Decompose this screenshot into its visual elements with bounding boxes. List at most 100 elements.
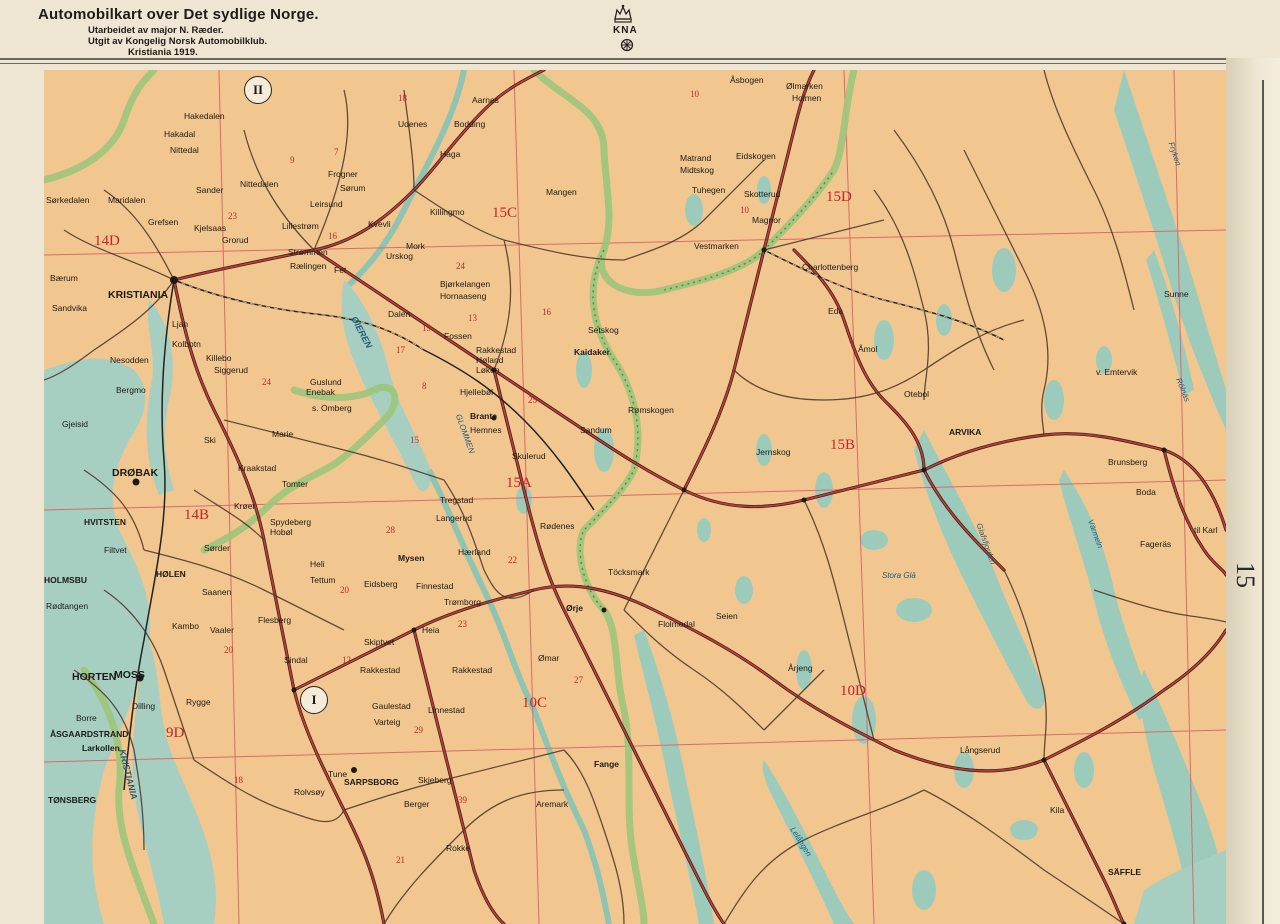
- place-label-marie: Marie: [272, 429, 294, 439]
- road-number: 27: [574, 675, 583, 685]
- road-number: 25: [528, 395, 537, 405]
- place-label-fet: Fet: [334, 265, 347, 275]
- place-label-setskog: Setskog: [588, 325, 619, 335]
- place-label-aremark: Aremark: [536, 799, 569, 809]
- place-label-skulerud: Skulerud: [512, 451, 546, 461]
- road-number: 10: [690, 89, 699, 99]
- road-number: 39: [458, 795, 467, 805]
- place-label-saanen: Saanen: [202, 587, 232, 597]
- sheet-label-15a: 15A: [506, 475, 532, 491]
- place-label-magnor: Magnor: [752, 215, 781, 225]
- place-label-moss: MOSS: [114, 669, 145, 681]
- place-label-hobol: Hobøl: [270, 527, 293, 537]
- place-label-fageras: Fageräs: [1140, 539, 1172, 549]
- map-area[interactable]: KRISTIANIA DRØBAK MOSS HORTEN ARVIKA Jer…: [44, 70, 1226, 924]
- place-label-linnestad: Linnestad: [428, 705, 465, 715]
- place-label-ski: Ski: [204, 435, 216, 445]
- place-label-maridalen: Maridalen: [108, 195, 146, 205]
- road-number: 10: [740, 205, 749, 215]
- place-label-dilling: Dilling: [132, 701, 156, 711]
- place-label-berger: Berger: [404, 799, 430, 809]
- road-number: 19: [422, 323, 431, 333]
- place-label-langerud: Langerud: [436, 513, 472, 523]
- sheet-number: 15: [1231, 562, 1260, 588]
- place-label-baerum: Bærum: [50, 273, 78, 283]
- place-label-kroer: Krøer: [234, 501, 256, 511]
- place-label-kila: Kila: [1050, 805, 1065, 815]
- place-label-hjellebol: Hjellebøl: [460, 387, 494, 397]
- place-label-grefsen: Grefsen: [148, 217, 179, 227]
- place-label-kvevli: Kvevli: [368, 219, 391, 229]
- place-label-holmsbu: HOLMSBU: [44, 575, 87, 585]
- road-number: 23: [458, 619, 467, 629]
- road-number: 23: [228, 211, 237, 221]
- place-label-skotterud: Skotterud: [744, 189, 781, 199]
- place-label-skiptvet: Skiptvet: [364, 637, 395, 647]
- page-edge-shadow: [1226, 58, 1280, 924]
- map-sheet: Automobilkart over Det sydlige Norge. Ut…: [0, 0, 1280, 924]
- map-title: Automobilkart over Det sydlige Norge.: [38, 6, 319, 23]
- wheel-emblem-icon: [620, 38, 634, 57]
- place-label-sorder: Sørder: [204, 543, 230, 553]
- place-label-arjeng: Årjeng: [788, 663, 813, 673]
- place-label-bjorkelangen: Bjørkelangen: [440, 279, 491, 289]
- road-number: 21: [396, 855, 405, 865]
- place-label-sindal: Sindal: [284, 655, 308, 665]
- map-canvas: [44, 70, 1226, 924]
- sheet-label-15d: 15D: [826, 189, 852, 205]
- place-label-tregstad: Tregstad: [440, 495, 474, 505]
- place-label-midtskog: Midtskog: [680, 165, 715, 175]
- top-border-rule-inner: [0, 63, 1280, 64]
- place-label-asgaardstrand: ÅSGAARDSTRAND: [50, 729, 129, 739]
- place-label-grorud: Grorud: [222, 235, 249, 245]
- place-label-romskogen: Rømskogen: [628, 405, 674, 415]
- road-number: 18: [398, 93, 407, 103]
- place-label-brante: Brante: [470, 411, 497, 421]
- place-label-eidskogen: Eidskogen: [736, 151, 776, 161]
- place-label-guslund: Guslund: [310, 377, 342, 387]
- place-label-ralingen: Rælingen: [290, 261, 327, 271]
- road-number: 17: [396, 345, 405, 355]
- road-number: 16: [328, 231, 337, 241]
- place-label-mysen: Mysen: [398, 553, 425, 563]
- road-number: 20: [340, 585, 349, 595]
- place-label-larkollen: Larkollen: [82, 743, 120, 753]
- road-number: 18: [234, 775, 243, 785]
- place-label-tromborg: Trømborg: [444, 597, 481, 607]
- sheet-label-15b: 15B: [830, 437, 856, 453]
- place-label-varteig: Varteig: [374, 717, 401, 727]
- place-label-frogner: Frogner: [328, 169, 358, 179]
- road-number: 16: [542, 307, 551, 317]
- place-label-bergmo: Bergmo: [116, 385, 146, 395]
- place-label-otebol: Otebol: [904, 389, 930, 399]
- sheet-label-10c: 10C: [522, 695, 548, 711]
- place-label-vaaler: Vaaler: [210, 625, 234, 635]
- place-label-brunsberg: Brunsberg: [1108, 457, 1148, 467]
- publisher-line: Utgit av Kongelig Norsk Automobilklub.: [88, 36, 268, 47]
- date-line: Kristiania 1919.: [128, 47, 198, 58]
- place-label-holen: HØLEN: [156, 569, 186, 579]
- place-label-boda: Boda: [1136, 487, 1156, 497]
- place-label-sunne: Sunne: [1164, 289, 1189, 299]
- place-label-omar: Ømar: [538, 653, 560, 663]
- place-label-tomter: Tomter: [282, 479, 308, 489]
- place-label-drobak: DRØBAK: [112, 467, 159, 479]
- place-label-lillestrom: Lillestrøm: [282, 221, 319, 231]
- sheet-label-14d: 14D: [94, 233, 120, 249]
- place-label-horten: HORTEN: [72, 671, 117, 683]
- place-label-kjelsaas: Kjelsaas: [194, 223, 227, 233]
- road-number: 8: [422, 381, 427, 391]
- place-label-hakedalen: Hakedalen: [184, 111, 225, 121]
- place-label-haga: Haga: [440, 149, 461, 159]
- road-number: 22: [508, 555, 517, 565]
- road-number: 9: [290, 155, 295, 165]
- place-label-skjeberg: Skjeberg: [418, 775, 452, 785]
- place-label-langserud: Långserud: [960, 745, 1001, 755]
- author-line: Utarbeidet av major N. Ræder.: [88, 25, 224, 36]
- place-label-kristiania: KRISTIANIA: [108, 289, 169, 301]
- road-number: 12: [342, 655, 351, 665]
- place-label-heli: Heli: [310, 559, 325, 569]
- place-label-fange: Fange: [594, 759, 620, 769]
- place-label-sorum: Sørum: [340, 183, 366, 193]
- place-label-orje: Ørje: [566, 603, 584, 613]
